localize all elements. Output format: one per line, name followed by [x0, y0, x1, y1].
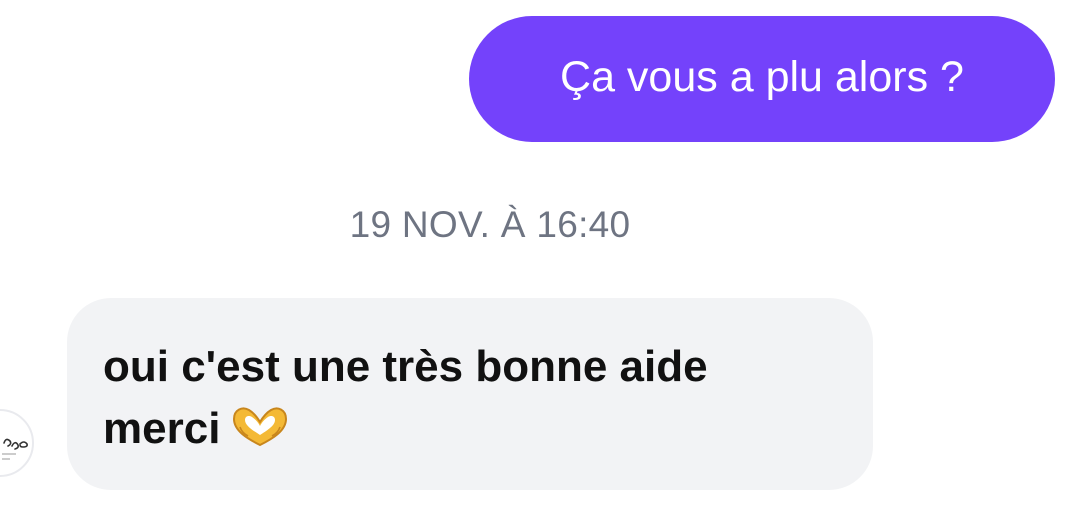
outgoing-message-text: Ça vous a plu alors ?: [560, 52, 964, 101]
chat-thread: Ça vous a plu alors ? 19 NOV. À 16:40 ou…: [0, 0, 1078, 508]
incoming-message-line-2: merci: [103, 398, 837, 460]
incoming-message-line-1: oui c'est une très bonne aide: [103, 342, 708, 391]
outgoing-message-bubble[interactable]: Ça vous a plu alors ?: [469, 16, 1055, 142]
brand-logo-icon: [2, 438, 28, 460]
incoming-message-bubble[interactable]: oui c'est une très bonne aide merci: [67, 298, 873, 490]
incoming-message-line-2-text: merci: [103, 404, 221, 453]
sender-avatar[interactable]: [0, 409, 34, 477]
message-timestamp: 19 NOV. À 16:40: [349, 204, 631, 245]
heart-hands-icon: [233, 407, 288, 447]
